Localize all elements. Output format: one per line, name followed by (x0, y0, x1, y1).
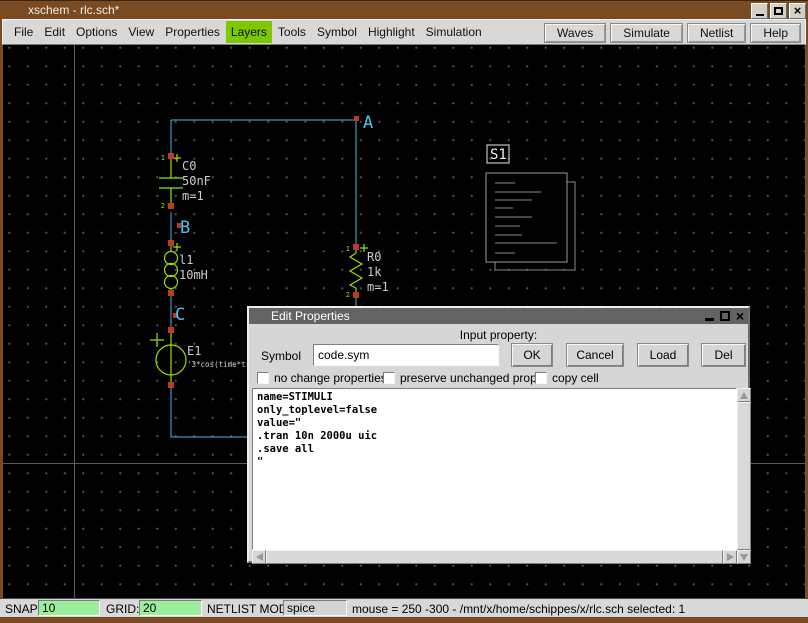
resistor-mult: m=1 (367, 280, 389, 294)
menu-tools[interactable]: Tools (273, 21, 311, 43)
preserve-unchanged-props-checkbox[interactable] (383, 372, 395, 384)
capacitor-mult: m=1 (182, 189, 204, 203)
simulate-button[interactable]: Simulate (610, 23, 683, 43)
component-source[interactable]: E1 '3*cos(time*ti (150, 327, 250, 388)
menu-simulation[interactable]: Simulation (421, 21, 487, 43)
resistor-name: R0 (367, 250, 381, 264)
horizontal-scroll-thumb[interactable] (266, 550, 723, 564)
menu-file[interactable]: File (9, 21, 38, 43)
pin-square (168, 382, 174, 388)
grid-input[interactable] (139, 600, 202, 616)
source-value: '3*cos(time*ti (187, 360, 250, 369)
menu-symbol[interactable]: Symbol (312, 21, 362, 43)
symbol-input[interactable] (313, 344, 499, 366)
snap-label: SNAP: (5, 602, 41, 616)
pin-number: 2 (346, 291, 350, 299)
pin-square (168, 240, 174, 246)
pin-square (168, 290, 174, 296)
pin-square (168, 327, 174, 333)
edit-properties-dialog: Edit Properties × Input property: Symbol… (247, 306, 750, 563)
label-pin-mark (354, 116, 359, 121)
dialog-maximize-icon[interactable] (720, 311, 730, 321)
net-label-c[interactable]: C (175, 305, 185, 325)
dialog-titlebar[interactable]: Edit Properties × (249, 308, 748, 324)
pin-square (168, 153, 174, 159)
schematic-canvas[interactable]: 1 2 C0 50nF m=1 l1 10mH (3, 45, 805, 598)
statusbar: SNAP: GRID: NETLIST MODE: mouse = 250 -3… (0, 598, 808, 617)
pin-square (353, 244, 359, 250)
no-change-properties-checkbox[interactable] (257, 372, 269, 384)
del-button[interactable]: Del (701, 343, 746, 367)
inductor-name: l1 (179, 253, 193, 267)
vertical-scrollbar[interactable] (737, 388, 751, 550)
minimize-icon (756, 14, 764, 16)
component-resistor[interactable]: 1 2 R0 1k m=1 (346, 244, 389, 299)
capacitor-name: C0 (182, 159, 196, 173)
netlist-mode-input[interactable] (283, 600, 347, 616)
snap-input[interactable] (38, 600, 100, 616)
source-name: E1 (187, 344, 201, 358)
maximize-icon (774, 7, 783, 15)
scroll-up-icon[interactable] (737, 388, 751, 402)
inductor-value: 10mH (179, 268, 208, 282)
minimize-button[interactable] (751, 3, 768, 19)
component-code-block[interactable]: S1 (486, 145, 575, 270)
waves-button[interactable]: Waves (544, 23, 606, 43)
property-text: name=STIMULI only_toplevel=false value="… (253, 389, 736, 471)
menu-view[interactable]: View (123, 21, 159, 43)
copy-cell-checkbox[interactable] (535, 372, 547, 384)
scroll-right-icon[interactable] (723, 550, 737, 564)
menu-highlight[interactable]: Highlight (363, 21, 420, 43)
resistor-value: 1k (367, 265, 382, 279)
property-textarea[interactable]: name=STIMULI only_toplevel=false value="… (252, 388, 737, 550)
close-button[interactable]: × (789, 3, 806, 19)
maximize-button[interactable] (770, 3, 787, 19)
scroll-left-icon[interactable] (252, 550, 266, 564)
component-capacitor[interactable]: 1 2 C0 50nF m=1 (159, 153, 211, 210)
symbol-label: Symbol (261, 349, 301, 363)
dialog-subtitle: Input property: (249, 328, 748, 342)
no-change-properties-label: no change properties (274, 371, 387, 385)
vertical-scroll-thumb[interactable] (737, 402, 751, 550)
xschem-window: xschem - rlc.sch* × File Edit Options Vi… (0, 0, 808, 623)
dialog-title: Edit Properties (271, 309, 350, 323)
copy-cell-label: copy cell (552, 371, 599, 385)
ok-button[interactable]: OK (511, 343, 553, 367)
pin-square (168, 203, 174, 209)
scroll-down-icon[interactable] (737, 550, 751, 564)
pin-number: 1 (346, 245, 350, 253)
pin-square (353, 292, 359, 298)
component-inductor[interactable]: l1 10mH (165, 240, 208, 296)
grid-label: GRID: (106, 602, 139, 616)
statusbar-info: mouse = 250 -300 - /mnt/x/home/schippes/… (352, 602, 685, 616)
dialog-minimize-icon[interactable] (705, 318, 714, 321)
window-title: xschem - rlc.sch* (28, 3, 119, 17)
net-labels: A B C (173, 113, 373, 325)
net-label-b[interactable]: B (180, 218, 190, 238)
preserve-unchanged-props-label: preserve unchanged props (400, 371, 543, 385)
pin-number: 2 (161, 202, 165, 210)
help-button[interactable]: Help (750, 23, 801, 43)
net-label-a[interactable]: A (363, 113, 373, 133)
menu-layers[interactable]: Layers (226, 21, 272, 43)
netlist-button[interactable]: Netlist (687, 23, 746, 43)
close-icon: × (794, 6, 802, 16)
menubar: File Edit Options View Properties Layers… (2, 19, 806, 45)
menu-options[interactable]: Options (71, 21, 122, 43)
menu-edit[interactable]: Edit (39, 21, 70, 43)
pin-number: 1 (161, 154, 165, 162)
dialog-close-icon[interactable]: × (736, 310, 744, 322)
window-titlebar[interactable]: xschem - rlc.sch* (0, 0, 808, 19)
load-button[interactable]: Load (637, 343, 689, 367)
horizontal-scrollbar[interactable] (252, 550, 737, 564)
menu-properties[interactable]: Properties (160, 21, 225, 43)
capacitor-value: 50nF (182, 174, 211, 188)
code-block-name: S1 (490, 147, 507, 163)
cancel-button[interactable]: Cancel (566, 343, 624, 367)
